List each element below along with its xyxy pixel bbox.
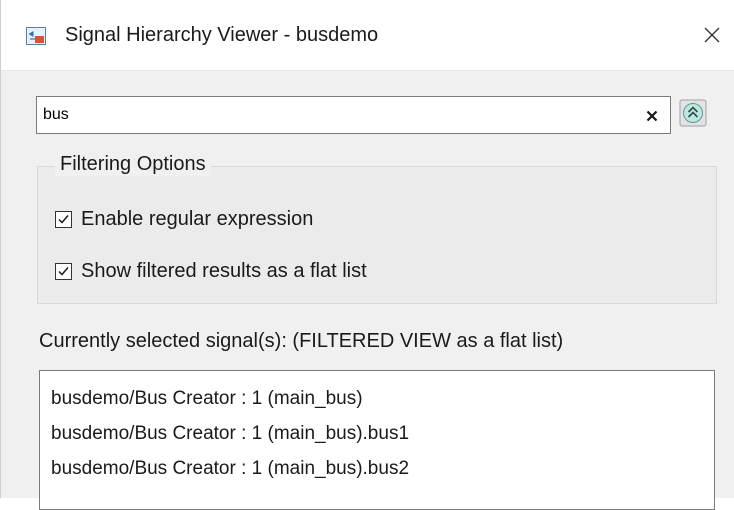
signal-list[interactable]: busdemo/Bus Creator : 1 (main_bus) busde… xyxy=(39,370,715,510)
collapse-filter-button[interactable] xyxy=(679,99,707,127)
filtering-options-legend: Filtering Options xyxy=(55,153,211,176)
clear-search-icon xyxy=(646,110,658,122)
close-icon xyxy=(704,27,720,43)
close-button[interactable] xyxy=(695,17,729,53)
flat-list-label: Show filtered results as a flat list xyxy=(81,259,367,282)
title-bar: Signal Hierarchy Viewer - busdemo xyxy=(1,0,734,71)
flat-list-option[interactable]: Show filtered results as a flat list xyxy=(55,258,367,284)
signal-list-item[interactable]: busdemo/Bus Creator : 1 (main_bus).bus2 xyxy=(40,451,714,486)
search-box xyxy=(36,96,671,134)
enable-regex-checkbox[interactable] xyxy=(55,210,72,228)
search-input[interactable] xyxy=(43,103,623,127)
checkmark-icon xyxy=(58,266,69,276)
enable-regex-option[interactable]: Enable regular expression xyxy=(55,206,313,232)
signal-list-item[interactable]: busdemo/Bus Creator : 1 (main_bus) xyxy=(40,381,714,416)
clear-search-button[interactable] xyxy=(640,104,664,128)
simulink-app-icon xyxy=(26,27,46,45)
selected-signals-heading: Currently selected signal(s): (FILTERED … xyxy=(39,330,564,352)
window-title: Signal Hierarchy Viewer - busdemo xyxy=(65,24,379,46)
flat-list-checkbox[interactable] xyxy=(55,262,72,280)
enable-regex-label: Enable regular expression xyxy=(81,207,314,230)
signal-hierarchy-viewer-window: Signal Hierarchy Viewer - busdemo Filter… xyxy=(0,0,734,510)
signal-list-item[interactable]: busdemo/Bus Creator : 1 (main_bus).bus1 xyxy=(40,416,714,451)
checkmark-icon xyxy=(58,214,69,224)
